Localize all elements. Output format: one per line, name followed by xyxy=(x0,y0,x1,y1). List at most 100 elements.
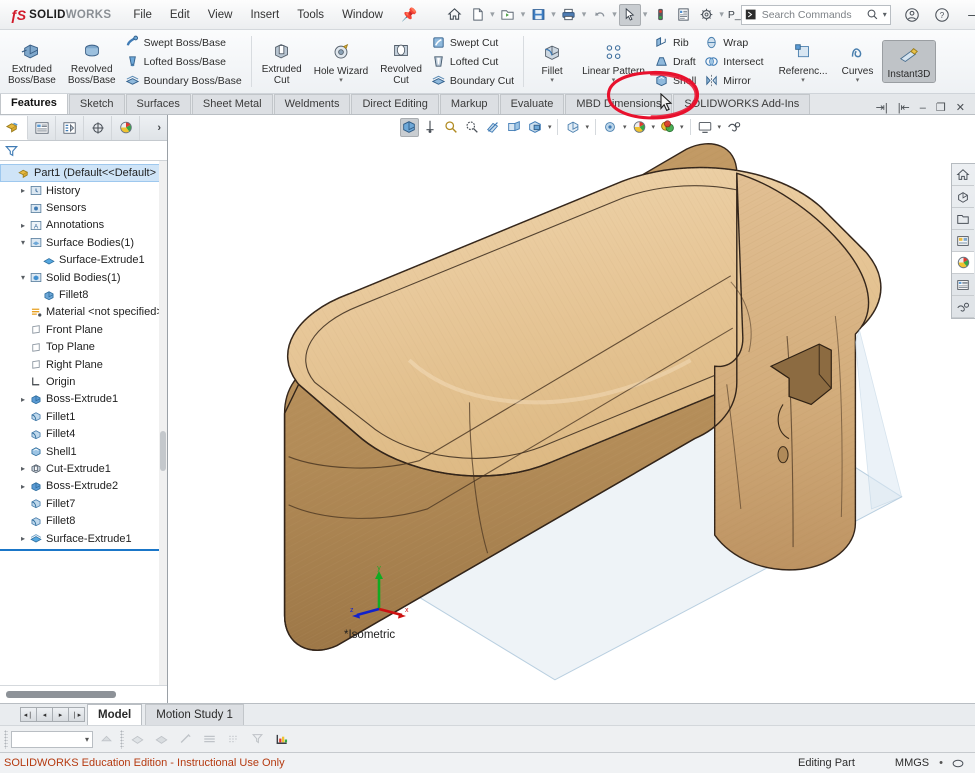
doc-close-icon[interactable]: ✕ xyxy=(952,101,969,114)
tab-evaluate[interactable]: Evaluate xyxy=(499,94,565,114)
previous-view-icon[interactable] xyxy=(442,118,461,137)
extruded-cut-button[interactable]: Extruded Cut xyxy=(257,36,307,88)
linear-pattern-caret-icon[interactable]: ▾ xyxy=(612,77,616,84)
reference-caret-icon[interactable]: ▾ xyxy=(801,77,805,84)
property-manager-tab[interactable] xyxy=(28,115,56,140)
stop-icon[interactable] xyxy=(199,729,220,749)
tree-item[interactable]: Right Plane xyxy=(0,356,167,373)
view-orientation-icon[interactable] xyxy=(505,118,524,137)
configuration-manager-tab[interactable] xyxy=(56,115,84,140)
instant3d-button[interactable]: Instant3D xyxy=(881,40,937,83)
tree-scroll-thumb-v[interactable] xyxy=(160,431,166,471)
edit-appearance-icon[interactable] xyxy=(601,118,620,137)
home-icon[interactable] xyxy=(443,4,465,26)
tree-item[interactable]: ▸ Surface-Extrude1 xyxy=(0,530,167,547)
linear-pattern-button[interactable]: Linear Pattern ▾ xyxy=(577,38,650,86)
wrap-button[interactable]: Wrap xyxy=(702,33,767,52)
boundary-boss-base-button[interactable]: Boundary Boss/Base xyxy=(123,71,246,90)
animation-type-dropdown[interactable]: ▾ xyxy=(11,730,93,748)
first-config-button[interactable]: ◂❘ xyxy=(20,707,37,722)
view-palette-icon[interactable] xyxy=(952,230,974,252)
hole-wizard-button[interactable]: Hole Wizard ▾ xyxy=(309,38,373,86)
apply-scene-icon[interactable] xyxy=(630,118,649,137)
playback-mode-icon[interactable] xyxy=(127,729,148,749)
account-icon[interactable] xyxy=(897,0,927,29)
graphics-area[interactable]: ▾ ▾ ▾ ▾ ▾ ▾ y x z *Isometric xyxy=(168,115,975,703)
play-icon[interactable] xyxy=(175,729,196,749)
curves-button[interactable]: Curves ▾ xyxy=(835,38,881,86)
new-document-icon[interactable] xyxy=(466,4,488,26)
menu-tools[interactable]: Tools xyxy=(289,5,332,25)
fillet-caret-icon[interactable]: ▾ xyxy=(550,77,554,84)
tree-item[interactable]: Fillet8 xyxy=(0,286,167,303)
calculate-icon[interactable] xyxy=(96,729,117,749)
lofted-cut-button[interactable]: Lofted Cut xyxy=(429,52,518,71)
view-settings-caret-icon[interactable]: ▾ xyxy=(679,123,685,131)
animation-dropdown-caret-icon[interactable]: ▾ xyxy=(85,735,89,744)
tree-item[interactable]: Surface-Extrude1 xyxy=(0,252,167,269)
next-config-button[interactable]: ▸ xyxy=(52,707,69,722)
tree-scroll-thumb-h[interactable] xyxy=(6,691,116,698)
mirror-button[interactable]: Mirror xyxy=(702,71,767,90)
tree-item[interactable]: Top Plane xyxy=(0,339,167,356)
play-from-start-icon[interactable] xyxy=(151,729,172,749)
options-caret-icon[interactable]: ▾ xyxy=(718,9,725,20)
shell-button[interactable]: Shell xyxy=(652,71,700,90)
tab-markup[interactable]: Markup xyxy=(439,94,499,114)
display-style-caret-icon[interactable]: ▾ xyxy=(547,123,553,131)
file-explorer-icon[interactable] xyxy=(952,208,974,230)
menu-view[interactable]: View xyxy=(200,5,241,25)
pushpin-icon[interactable]: 📌 xyxy=(393,5,425,25)
expand-arrow-icon[interactable]: ▸ xyxy=(17,395,29,404)
solidworks-resources-icon[interactable] xyxy=(952,164,974,186)
display-state-icon[interactable] xyxy=(951,757,975,770)
tree-item[interactable]: ▾ Solid Bodies(1) xyxy=(0,269,167,286)
chevron-down-icon[interactable]: ▾ xyxy=(883,10,887,19)
motion-study-properties-icon[interactable] xyxy=(271,729,292,749)
open-folder-icon[interactable] xyxy=(497,4,519,26)
feature-manager-tab[interactable] xyxy=(0,115,28,140)
restore-right-icon[interactable]: |⇤ xyxy=(894,101,914,114)
tree-horizontal-scroll[interactable] xyxy=(0,685,167,703)
tree-item[interactable]: ▸ History xyxy=(0,182,167,199)
zoom-to-fit-icon[interactable] xyxy=(399,117,419,137)
toolbar-grip-2[interactable] xyxy=(120,729,124,749)
curves-caret-icon[interactable]: ▾ xyxy=(856,77,860,84)
tab-sheet-metal[interactable]: Sheet Metal xyxy=(191,94,273,114)
tree-scrollbar-vertical[interactable] xyxy=(159,161,167,685)
toolbar-grip-1[interactable] xyxy=(4,729,8,749)
3d-content-central-icon[interactable] xyxy=(952,296,974,318)
select-cursor-icon[interactable] xyxy=(618,3,641,26)
tree-item[interactable]: Part1 (Default<<Default> xyxy=(0,164,167,182)
tree-item[interactable]: Front Plane xyxy=(0,321,167,338)
tree-item[interactable]: Sensors xyxy=(0,199,167,216)
expand-arrow-icon[interactable]: ▸ xyxy=(17,534,29,543)
doc-minimize-icon[interactable]: – xyxy=(916,102,930,114)
restore-left-icon[interactable]: ⇥| xyxy=(872,101,892,114)
search-commands-input[interactable]: Search Commands ▾ xyxy=(740,4,891,25)
tab-mbd-dimensions[interactable]: MBD Dimensions xyxy=(565,94,673,114)
tree-item[interactable]: Fillet4 xyxy=(0,425,167,442)
swept-cut-button[interactable]: Swept Cut xyxy=(429,33,518,52)
tab-model[interactable]: Model xyxy=(87,704,143,725)
draft-button[interactable]: Draft xyxy=(652,52,700,71)
intersect-button[interactable]: Intersect xyxy=(702,52,767,71)
collapse-arrow-icon[interactable]: ▾ xyxy=(17,238,29,247)
tab-surfaces[interactable]: Surfaces xyxy=(125,94,191,114)
select-caret-icon[interactable]: ▾ xyxy=(642,9,649,20)
expand-arrow-icon[interactable]: ▸ xyxy=(17,186,29,195)
file-properties-icon[interactable] xyxy=(672,4,694,26)
tree-item[interactable]: ▸ Cut-Extrude1 xyxy=(0,460,167,477)
tree-item[interactable]: Shell1 xyxy=(0,443,167,460)
tab-solidworks-add-ins[interactable]: SOLIDWORKS Add-Ins xyxy=(673,94,811,114)
tree-item[interactable]: ▸ Boss-Extrude1 xyxy=(0,391,167,408)
undo-caret-icon[interactable]: ▾ xyxy=(611,9,618,20)
appearance-callout-icon[interactable] xyxy=(724,118,743,137)
hole-wizard-caret-icon[interactable]: ▾ xyxy=(339,77,343,84)
reference-geometry-button[interactable]: Referenc... ▾ xyxy=(774,38,833,86)
tree-item[interactable]: Origin xyxy=(0,373,167,390)
menu-file[interactable]: File xyxy=(125,5,160,25)
lofted-boss-base-button[interactable]: Lofted Boss/Base xyxy=(123,52,246,71)
prev-config-button[interactable]: ◂ xyxy=(36,707,53,722)
tab-features[interactable]: Features xyxy=(0,93,68,114)
